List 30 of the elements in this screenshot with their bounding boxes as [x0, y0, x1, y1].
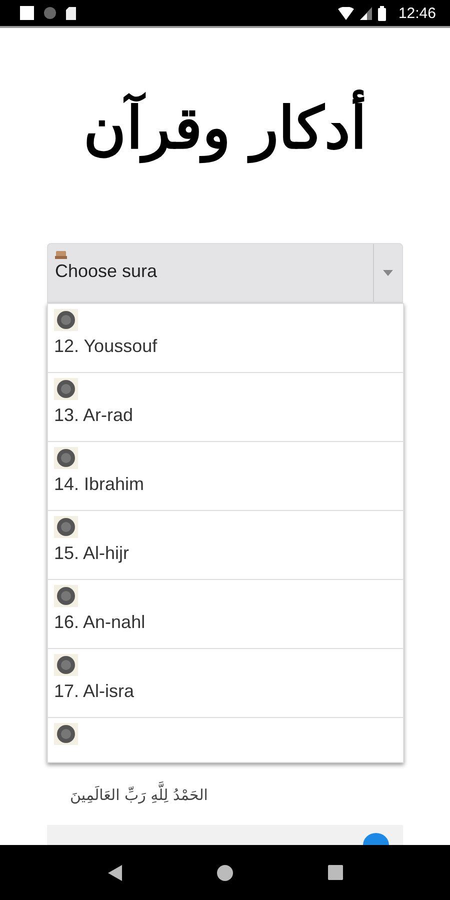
notification-icon	[20, 6, 34, 20]
recents-icon[interactable]	[328, 865, 342, 880]
seal-icon	[54, 309, 78, 331]
sura-option[interactable]: 14. Ibrahim	[48, 442, 403, 511]
seal-icon	[54, 378, 78, 400]
battery-icon	[378, 6, 386, 20]
round-button-icon[interactable]	[363, 833, 389, 845]
back-icon[interactable]	[108, 864, 122, 880]
sura-option[interactable]: 12. Youssouf	[48, 304, 403, 373]
home-icon[interactable]	[216, 864, 232, 880]
wifi-icon	[338, 6, 354, 20]
sura-option[interactable]: 17. Al-isra	[48, 649, 403, 718]
sura-option[interactable]: 15. Al-hijr	[48, 511, 403, 580]
seal-icon	[54, 654, 78, 676]
signal-icon	[360, 6, 372, 20]
app-title: أدكار وقرآن	[83, 78, 367, 243]
sd-card-icon	[66, 6, 76, 20]
seal-icon	[54, 447, 78, 469]
sura-option[interactable]: 16. An-nahl	[48, 580, 403, 649]
verse-text: الحَمْدُ لِلَّهِ رَبِّ العَالَمِينَ	[67, 780, 211, 810]
seal-icon	[54, 516, 78, 538]
seal-icon	[54, 585, 78, 607]
clock-time: 12:46	[398, 4, 436, 22]
book-icon	[55, 250, 67, 259]
sura-option[interactable]: 13. Ar-rad	[48, 373, 403, 442]
caret-icon	[383, 270, 393, 276]
seal-icon	[54, 723, 78, 745]
dot-icon	[44, 7, 56, 19]
select-placeholder: Choose sura	[55, 261, 158, 282]
sura-select[interactable]: Choose sura	[47, 243, 403, 303]
